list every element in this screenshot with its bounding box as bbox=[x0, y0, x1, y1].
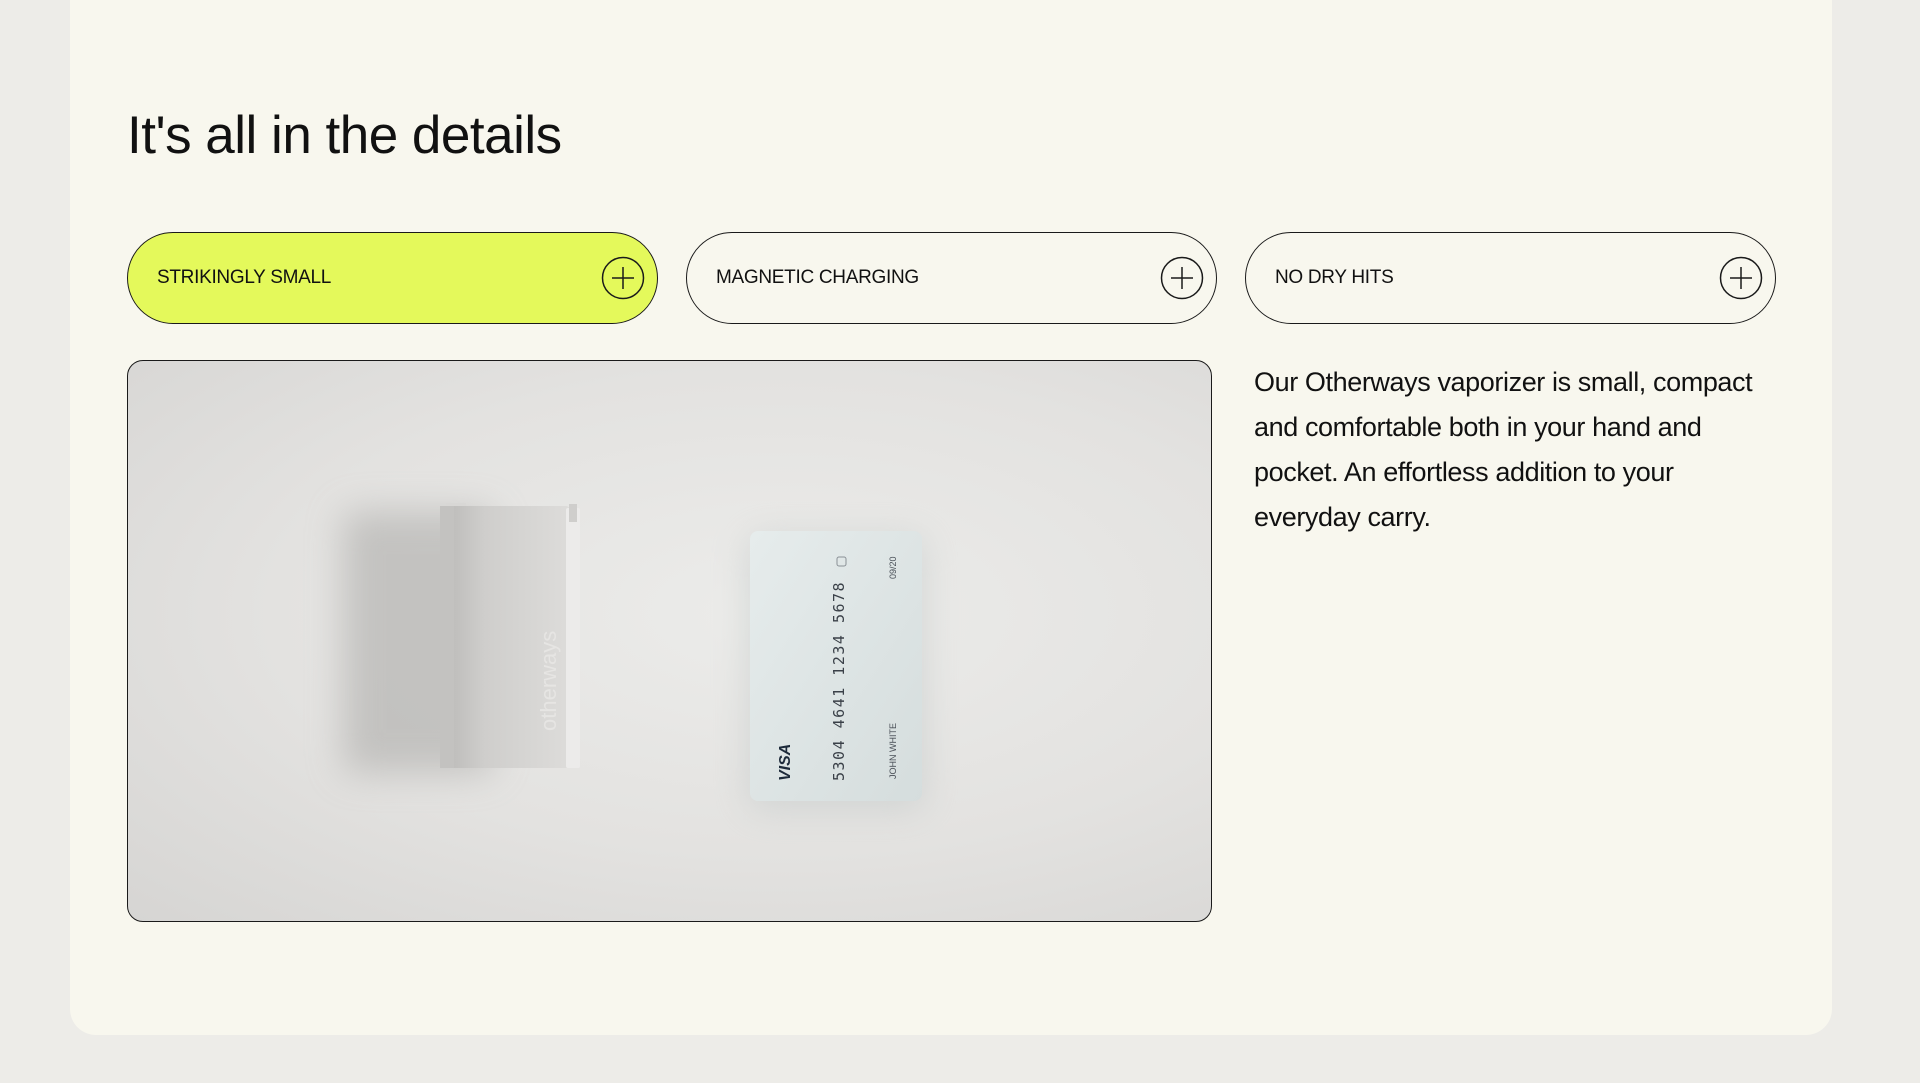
vaporizer-device: otherways bbox=[343, 503, 580, 773]
vaporizer-and-card-photo: otherways VISA 5304 4641 1234 5678 JOHN … bbox=[343, 503, 924, 809]
details-section: It's all in the details STRIKINGLY SMALL… bbox=[70, 0, 1832, 1035]
tab-label: NO DRY HITS bbox=[1275, 267, 1394, 288]
tab-no-dry-hits[interactable]: NO DRY HITS bbox=[1245, 232, 1776, 324]
card-brand: VISA bbox=[777, 744, 794, 781]
feature-tabs: STRIKINGLY SMALL MAGNETIC CHARGING NO DR… bbox=[127, 232, 1776, 324]
tab-strikingly-small[interactable]: STRIKINGLY SMALL bbox=[127, 232, 658, 324]
card-number: 5304 4641 1234 5678 bbox=[830, 581, 848, 781]
tab-label: STRIKINGLY SMALL bbox=[157, 267, 332, 288]
feature-description: Our Otherways vaporizer is small, compac… bbox=[1254, 367, 1753, 532]
plus-icon[interactable] bbox=[1160, 256, 1204, 300]
product-image: otherways VISA 5304 4641 1234 5678 JOHN … bbox=[127, 360, 1212, 922]
device-brand-text: otherways bbox=[536, 631, 561, 731]
section-heading: It's all in the details bbox=[127, 106, 562, 165]
plus-icon[interactable] bbox=[601, 256, 645, 300]
tab-magnetic-charging[interactable]: MAGNETIC CHARGING bbox=[686, 232, 1217, 324]
credit-card: VISA 5304 4641 1234 5678 JOHN WHITE 09/2… bbox=[748, 531, 924, 809]
card-holder: JOHN WHITE bbox=[888, 723, 898, 779]
plus-icon[interactable] bbox=[1719, 256, 1763, 300]
tab-label: MAGNETIC CHARGING bbox=[716, 267, 919, 288]
card-expiry: 09/20 bbox=[888, 556, 898, 579]
